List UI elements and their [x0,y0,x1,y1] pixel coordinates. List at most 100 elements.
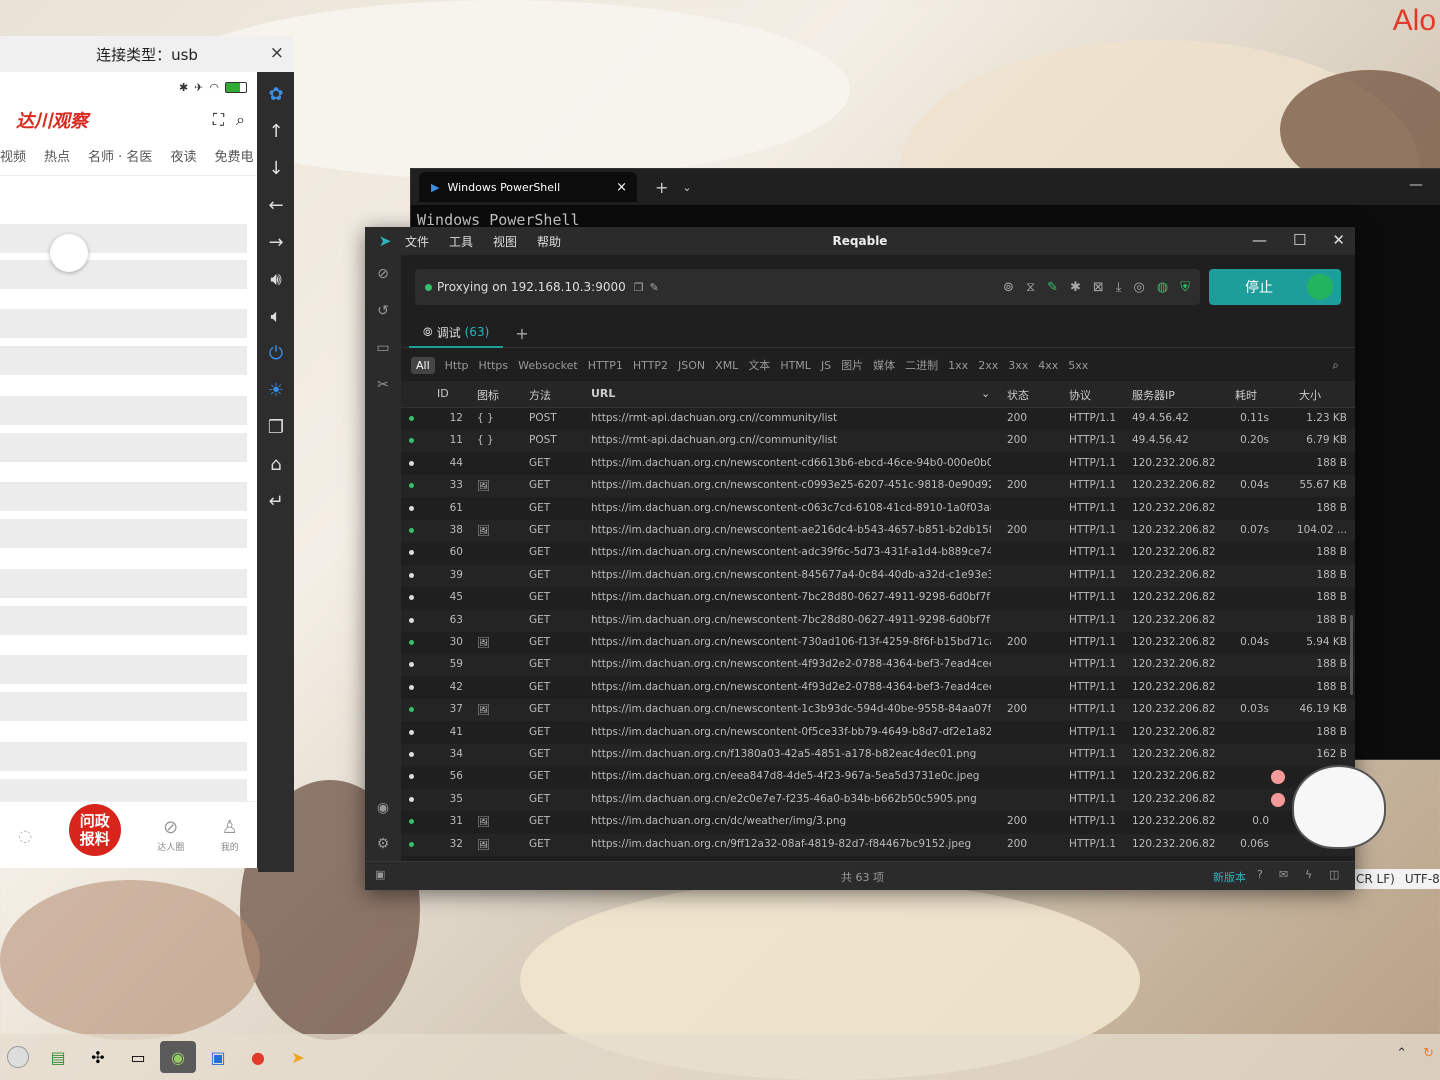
filter-http1[interactable]: HTTP1 [588,359,623,372]
encoding[interactable]: UTF-8 [1405,872,1440,886]
circle-app-icon[interactable] [0,1041,36,1073]
filter-http[interactable]: Http [445,359,469,372]
filter-http2[interactable]: HTTP2 [633,359,668,372]
filter-1xx[interactable]: 1xx [948,359,968,372]
menu-file[interactable]: 文件 [405,233,429,250]
col-method[interactable]: 方法 [529,387,551,403]
col-id[interactable]: ID [437,387,449,400]
table-row[interactable]: 31 🖼︎ GET https://im.dachuan.org.cn/dc/weat… [401,811,1355,833]
filter-media[interactable]: 媒体 [873,357,895,373]
col-duration[interactable]: 耗时 [1235,387,1257,403]
bolt-icon[interactable]: ϟ [1305,868,1312,881]
sidebar-toggle-icon[interactable]: ▣ [375,868,385,881]
volume-up-icon[interactable]: 🔊︎ [258,261,294,298]
arrow-up-icon[interactable]: ↑ [258,113,294,150]
chevron-down-icon[interactable]: ⌄ [682,181,691,194]
tabbar-circle[interactable]: ⊘ 达人圈 [157,817,184,853]
table-row[interactable]: 56 GET https://im.dachuan.org.cn/eea847d8-… [401,766,1355,788]
feedback-icon[interactable]: ✉ [1279,868,1288,881]
filter-binary[interactable]: 二进制 [905,357,938,373]
gateway-icon[interactable]: ◎ [1134,280,1145,295]
target-icon[interactable]: ⊚ [1003,280,1014,295]
powershell-tab[interactable]: ▶ Windows PowerShell × [419,172,637,202]
update-link[interactable]: 新版本 [1213,869,1246,885]
tab-famous[interactable]: 名师 · 名医 [88,146,152,165]
maximize-icon[interactable]: ☐ [1293,231,1306,249]
table-row[interactable]: 38 🖼︎ GET https://im.dachuan.org.cn/newscon… [401,520,1355,542]
edit-icon[interactable]: ✎ [650,281,659,294]
tabbar-mine[interactable]: ♙ 我的 [221,817,239,853]
table-row[interactable]: 42 GET https://im.dachuan.org.cn/newsconte… [401,677,1355,699]
col-icon[interactable]: 图标 [477,387,499,403]
table-row[interactable]: 11 { } POST https://rmt-api.dachuan.org.cn/… [401,430,1355,453]
table-row[interactable]: 33 🖼︎ GET https://im.dachuan.org.cn/newscon… [401,475,1355,498]
line-ending[interactable]: CR LF) [1356,872,1395,886]
settings-icon[interactable]: ⚙ [365,825,401,862]
account-icon[interactable]: ◉ [365,789,401,826]
filter-json[interactable]: JSON [678,359,705,372]
tab-night-read[interactable]: 夜读 [170,146,196,165]
minimize-icon[interactable]: — [1252,231,1267,249]
filter-4xx[interactable]: 4xx [1038,359,1058,372]
table-row[interactable]: 59 GET https://im.dachuan.org.cn/newsconte… [401,654,1355,677]
search-icon[interactable]: ⌕ [236,110,245,130]
home-icon[interactable]: ⌂ [258,446,294,483]
layout-icon[interactable]: ◫ [1329,868,1339,881]
record-icon[interactable]: ● [240,1041,276,1073]
block-icon[interactable]: ⊠ [1093,280,1104,295]
table-row[interactable]: 44 GET https://im.dachuan.org.cn/newsconte… [401,453,1355,475]
filter-https[interactable]: Https [479,359,509,372]
filter-websocket[interactable]: Websocket [518,359,578,372]
col-protocol[interactable]: 协议 [1069,387,1091,403]
table-row[interactable]: 61 GET https://im.dachuan.org.cn/newsconte… [401,498,1355,520]
arrow-right-icon[interactable]: → [258,224,294,261]
history-icon[interactable]: ↺ [365,292,401,329]
table-row[interactable]: 63 GET https://im.dachuan.org.cn/newsconte… [401,609,1355,632]
scan-icon[interactable]: ⛶ [213,110,224,130]
copy-icon[interactable]: ❐ [258,409,294,446]
paw-icon[interactable]: ✿ [258,76,294,113]
tab-free[interactable]: 免费电 [214,146,253,165]
chevron-down-icon[interactable]: ⌄ [981,387,990,400]
filter-3xx[interactable]: 3xx [1008,359,1028,372]
help-icon[interactable]: ? [1257,868,1263,881]
power-icon[interactable]: ⏻ [258,335,294,372]
copy-icon[interactable]: ❐ [634,281,644,294]
add-tab-icon[interactable]: + [515,324,528,343]
filter-2xx[interactable]: 2xx [978,359,998,372]
menu-tools[interactable]: 工具 [449,233,473,250]
filter-js[interactable]: JS [821,359,831,372]
table-row[interactable]: 60 GET https://im.dachuan.org.cn/newsconte… [401,542,1355,564]
table-row[interactable]: 45 GET https://im.dachuan.org.cn/newsconte… [401,587,1355,609]
menu-help[interactable]: 帮助 [537,233,561,250]
close-icon[interactable]: ✕ [1332,231,1345,249]
puzzle-icon[interactable]: ✣ [80,1041,116,1073]
filter-image[interactable]: 图片 [841,357,863,373]
download-icon[interactable]: ⤓ [1116,280,1122,295]
android-icon[interactable]: ◉ [160,1041,196,1073]
tab-video[interactable]: 视频 [0,146,26,165]
tools-icon[interactable]: ✂ [365,366,401,403]
filter-html[interactable]: HTML [780,359,811,372]
volume-down-icon[interactable]: 🔈︎ [258,298,294,335]
new-tab-icon[interactable]: + [655,178,668,197]
close-icon[interactable]: × [270,43,284,63]
table-row[interactable]: 34 GET https://im.dachuan.org.cn/f1380a03-… [401,744,1355,766]
capture-icon[interactable]: ⊘ [365,255,401,292]
image-viewer-icon[interactable]: ▤ [40,1041,76,1073]
table-row[interactable]: 12 { } POST https://rmt-api.dachuan.org.cn/… [401,408,1355,430]
col-server-ip[interactable]: 服务器IP [1132,387,1175,403]
tab-hot[interactable]: 热点 [44,146,70,165]
table-row[interactable]: 39 GET https://im.dachuan.org.cn/newsconte… [401,564,1355,587]
globe-icon[interactable]: ◍ [1157,280,1168,295]
table-row[interactable]: 41 GET https://im.dachuan.org.cn/newsconte… [401,722,1355,744]
chevron-up-icon[interactable]: ⌃ [1396,1046,1407,1061]
box-icon[interactable]: ▭ [365,329,401,366]
table-row[interactable]: 35 GET https://im.dachuan.org.cn/e2c0e7e7-… [401,788,1355,811]
report-button[interactable]: 问政 报料 [68,804,121,856]
filter-all[interactable]: All [411,356,435,374]
shield-icon[interactable]: ⛨ [1180,280,1190,295]
tabbar-home[interactable]: ◌ [18,826,32,845]
col-size[interactable]: 大小 [1299,387,1321,403]
tab-debug[interactable]: ⦾ 调试 (63) [409,318,504,348]
